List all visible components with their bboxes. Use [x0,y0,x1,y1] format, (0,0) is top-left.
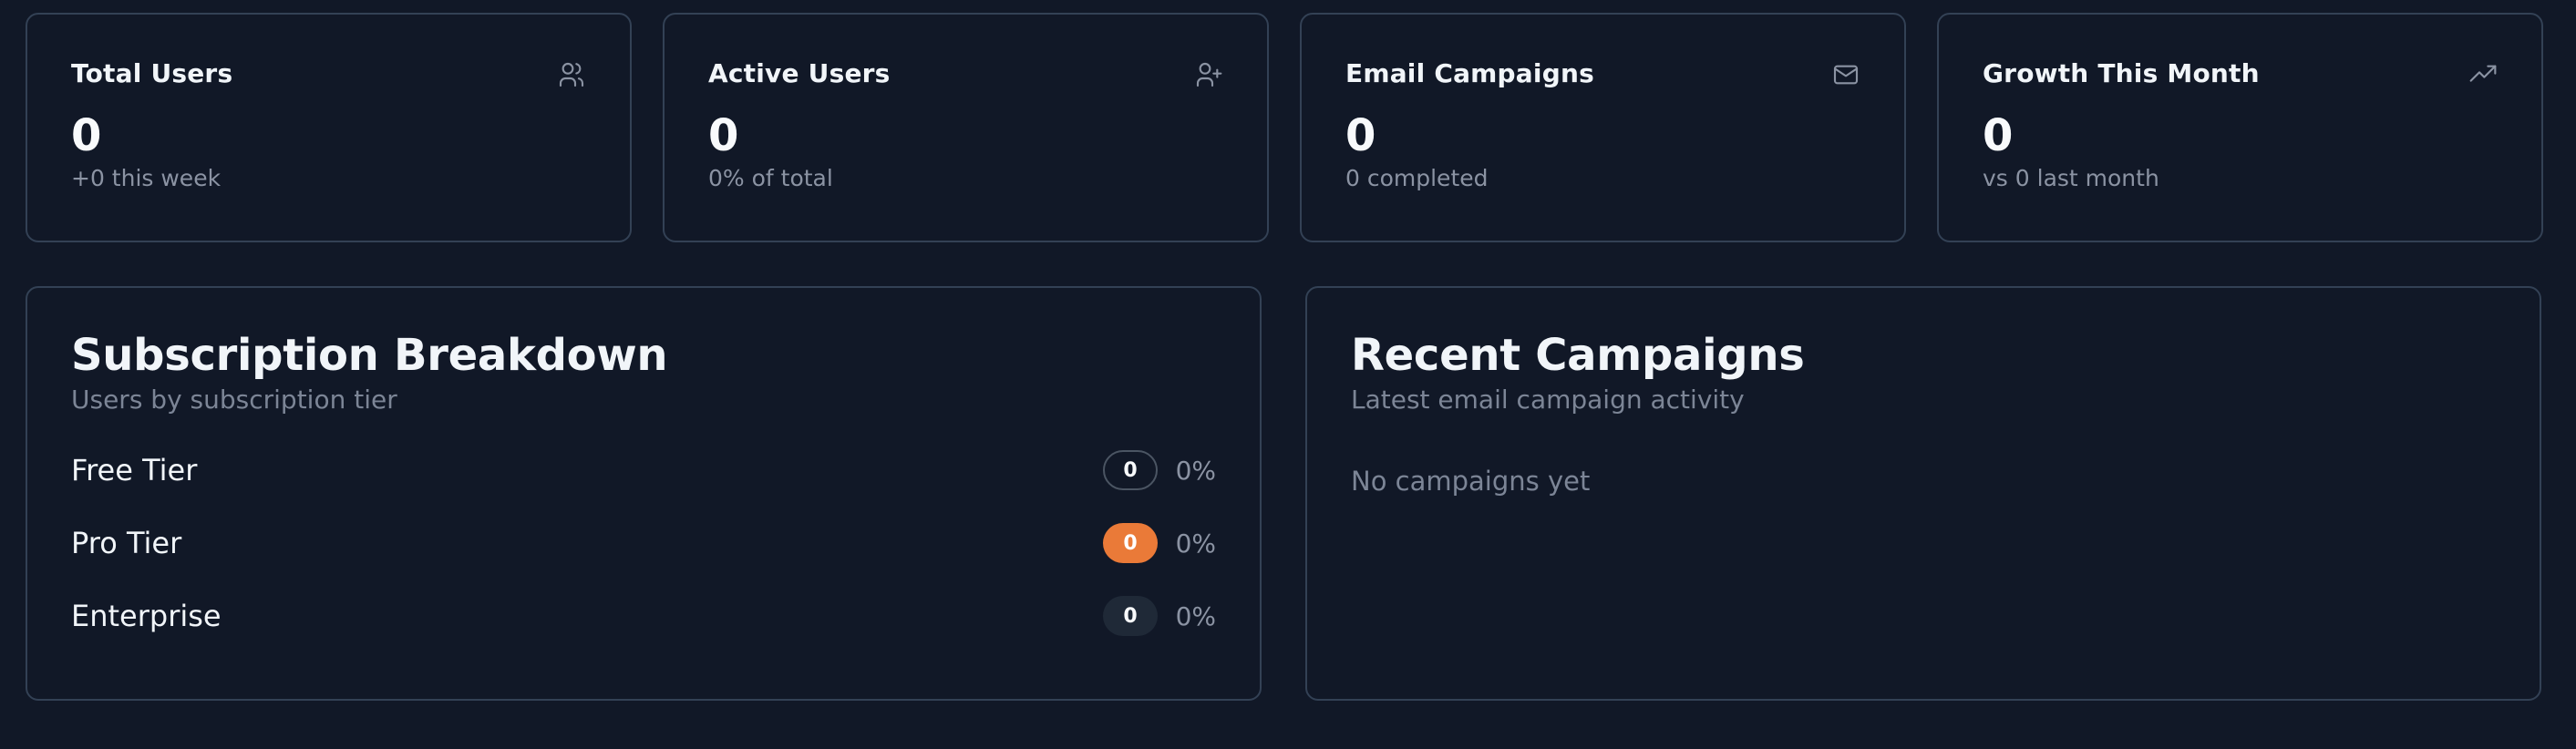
stat-title: Active Users [708,58,891,88]
tier-count-badge: 0 [1103,596,1158,636]
stat-card-total-users: Total Users 0 +0 this week [26,13,632,242]
tier-row-free: Free Tier 0 0% [71,449,1216,491]
tier-percent: 0% [1175,455,1216,486]
tier-count-badge: 0 [1103,450,1158,490]
stat-card-growth-this-month: Growth This Month 0 vs 0 last month [1937,13,2543,242]
stat-title: Growth This Month [1983,58,2260,88]
stat-card-email-campaigns: Email Campaigns 0 0 completed [1300,13,1906,242]
tier-percent: 0% [1175,528,1216,559]
stat-subtext: 0 completed [1345,165,1489,191]
dashboard-page: Total Users 0 +0 this week Active Users [0,0,2576,749]
tier-label: Enterprise [71,599,222,633]
stat-value: 0 [71,110,102,161]
tier-label: Pro Tier [71,526,182,560]
tier-count-badge: 0 [1103,523,1158,563]
mail-icon [1831,60,1860,89]
stat-subtext: +0 this week [71,165,222,191]
tier-row-pro: Pro Tier 0 0% [71,522,1216,564]
panel-title: Recent Campaigns [1351,330,1805,381]
panel-title: Subscription Breakdown [71,330,668,381]
panels-row: Subscription Breakdown Users by subscrip… [26,286,2550,701]
tier-percent: 0% [1175,600,1216,631]
tier-list: Free Tier 0 0% Pro Tier 0 0% Enterprise … [71,449,1216,637]
stats-row: Total Users 0 +0 this week Active Users [26,13,2550,242]
stat-value: 0 [1983,110,2014,161]
stat-subtext: 0% of total [708,165,833,191]
trending-up-icon [2468,60,2498,89]
users-icon [557,60,586,89]
user-plus-icon [1194,60,1223,89]
stat-card-active-users: Active Users 0 0% of total [663,13,1269,242]
subscription-breakdown-panel: Subscription Breakdown Users by subscrip… [26,286,1262,701]
tier-label: Free Tier [71,453,198,487]
empty-state-text: No campaigns yet [1351,466,1591,497]
stat-subtext: vs 0 last month [1983,165,2159,191]
tier-row-enterprise: Enterprise 0 0% [71,595,1216,637]
stat-title: Email Campaigns [1345,58,1594,88]
stat-value: 0 [1345,110,1376,161]
stat-value: 0 [708,110,739,161]
panel-subtitle: Users by subscription tier [71,385,397,415]
recent-campaigns-panel: Recent Campaigns Latest email campaign a… [1305,286,2541,701]
panel-subtitle: Latest email campaign activity [1351,385,1745,415]
stat-title: Total Users [71,58,233,88]
